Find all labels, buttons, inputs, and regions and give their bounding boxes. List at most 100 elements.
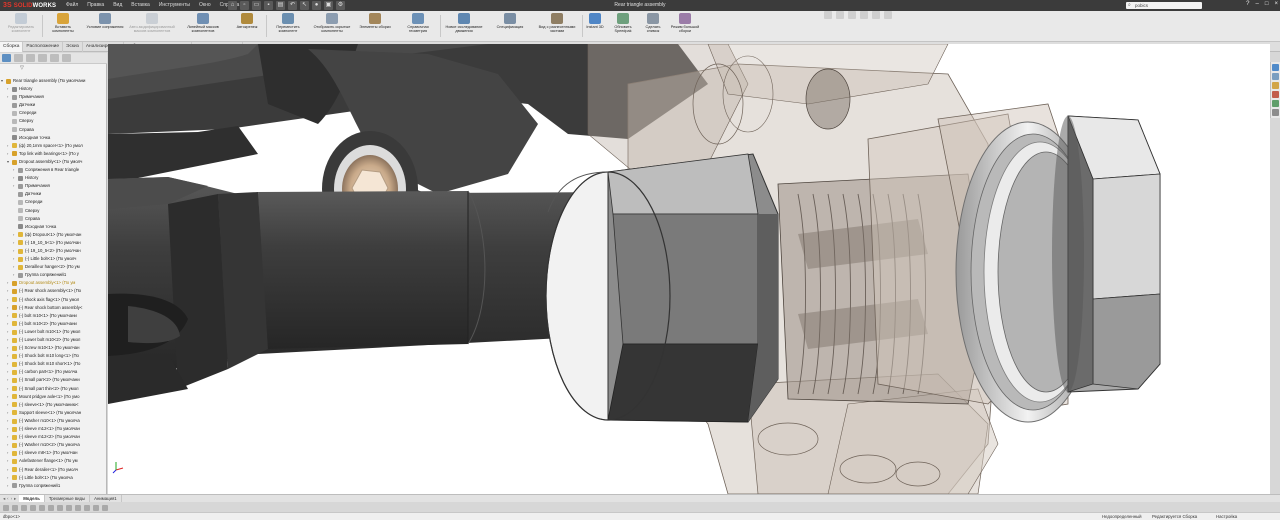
search-input[interactable]: ⌕ pobics (1126, 2, 1202, 9)
new-document-icon[interactable]: ▫ (240, 1, 249, 10)
tree-item[interactable]: › Примечания (0, 93, 107, 101)
configuration-manager-tab-icon[interactable] (26, 54, 35, 62)
print-icon[interactable]: ▤ (276, 1, 285, 10)
menu-item[interactable]: Инструменты (159, 2, 190, 8)
ribbon-button[interactable]: Редактировать компонент (2, 13, 40, 41)
menu-item[interactable]: Вставка (131, 2, 150, 8)
bottom-tool-icon[interactable] (30, 504, 36, 511)
property-manager-tab-icon[interactable] (14, 54, 23, 62)
first-tab-icon[interactable]: ◂ (3, 496, 5, 502)
tree-item[interactable]: › (-) bolt m10<1> (По умолчани (0, 312, 107, 320)
tree-item[interactable]: › Группа сопряжений1 (0, 271, 107, 279)
tree-item[interactable]: › (-) sleeve m12<2> (По умолчан (0, 433, 107, 441)
expand-arrow-icon[interactable]: › (7, 150, 11, 158)
expand-arrow-icon[interactable]: › (7, 425, 11, 433)
ribbon-button[interactable]: Вставить компоненты (44, 13, 82, 41)
expand-arrow-icon[interactable]: ▾ (1, 77, 5, 85)
tree-item[interactable]: › (-) carbon part<1> (По умолча (0, 368, 107, 376)
tree-item[interactable]: › (-) Small part<2> (По умолчани (0, 376, 107, 384)
bottom-tool-icon[interactable] (93, 504, 99, 511)
bottom-tool-icon[interactable] (57, 504, 63, 511)
expand-arrow-icon[interactable]: › (7, 328, 11, 336)
tree-item[interactable]: ▾ Rear triangle assembly (По умолчани (0, 77, 107, 85)
expand-arrow-icon[interactable]: › (7, 474, 11, 482)
tree-item[interactable]: › Сопряжения в Rear triangle (0, 166, 107, 174)
ribbon-button[interactable]: Сделать снимок (640, 13, 666, 41)
tree-item[interactable]: › (-) 19_10_5<1> (По умолчан (0, 239, 107, 247)
expand-arrow-icon[interactable]: › (13, 166, 17, 174)
tree-item[interactable]: › Группа сопряжений1 (0, 482, 107, 490)
help-icon[interactable]: ? (1246, 1, 1249, 7)
tree-item[interactable]: › (-) Screw m10<1> (По умолчан (0, 344, 107, 352)
expand-arrow-icon[interactable]: › (7, 360, 11, 368)
expand-arrow-icon[interactable]: › (7, 409, 11, 417)
tree-item[interactable]: › (-) Little bolt<1> (По умолч (0, 255, 107, 263)
display-manager-tab-icon[interactable] (50, 54, 59, 62)
bottom-tool-icon[interactable] (21, 504, 27, 511)
command-tab[interactable]: Сборка (0, 42, 24, 52)
tree-item[interactable]: › (-) Lower bolt m10<1> (По умол (0, 328, 107, 336)
expand-arrow-icon[interactable]: ▾ (7, 158, 11, 166)
tree-item[interactable]: Датчики (0, 101, 107, 109)
status-settings[interactable]: Настройка (1216, 514, 1237, 519)
undo-icon[interactable]: ↶ (288, 1, 297, 10)
expand-arrow-icon[interactable]: › (7, 457, 11, 465)
ribbon-button[interactable]: Instant 3D (584, 13, 606, 41)
expand-arrow-icon[interactable]: › (7, 336, 11, 344)
tree-item[interactable]: Справа (0, 126, 107, 134)
tree-item[interactable]: › Support sleeve<1> (По умолчан (0, 409, 107, 417)
tree-item[interactable]: Исходная точка (0, 134, 107, 142)
menu-item[interactable]: Файл (66, 2, 78, 8)
filter-icon[interactable]: ▽ (20, 65, 24, 71)
expand-arrow-icon[interactable]: › (7, 433, 11, 441)
expand-arrow-icon[interactable]: › (7, 482, 11, 490)
ribbon-button[interactable]: Отобразить скрытые компоненты (312, 13, 352, 41)
bottom-tool-icon[interactable] (39, 504, 45, 511)
tree-item[interactable]: › (-) Lower bolt m10<2> (По умол (0, 336, 107, 344)
expand-arrow-icon[interactable]: › (7, 449, 11, 457)
tree-item[interactable]: › (-) bolt m10<2> (По умолчани (0, 320, 107, 328)
expand-arrow-icon[interactable]: › (13, 174, 17, 182)
tree-item[interactable]: › History (0, 174, 107, 182)
bottom-tool-icon[interactable] (75, 504, 81, 511)
solidworks-logo[interactable]: 3S SOLID WORKS (3, 1, 56, 10)
tree-item[interactable]: › Mount pridgve axle<1> (По умо (0, 393, 107, 401)
tree-item[interactable]: › Top link with bearings<1> (По у (0, 150, 107, 158)
tree-item[interactable]: › (-) Rear derailer<1> (По умолч (0, 466, 107, 474)
tree-item[interactable]: › (ф) 20,1mm spacer<1> (По умол (0, 142, 107, 150)
expand-arrow-icon[interactable]: › (13, 182, 17, 190)
tree-item[interactable]: › Axlefastener flange<1> (По ум (0, 457, 107, 465)
menu-item[interactable]: Вид (113, 2, 122, 8)
expand-arrow-icon[interactable]: › (7, 376, 11, 384)
tree-item[interactable]: Сверху (0, 117, 107, 125)
expand-arrow-icon[interactable]: › (7, 142, 11, 150)
expand-arrow-icon[interactable]: › (13, 239, 17, 247)
bottom-tool-icon[interactable] (66, 504, 72, 511)
ribbon-button[interactable]: Условие сопряжения (86, 13, 124, 41)
menu-item[interactable]: Правка (87, 2, 104, 8)
bottom-tab[interactable]: Трехмерные виды (45, 495, 91, 502)
tree-item[interactable]: Спереди (0, 109, 107, 117)
expand-arrow-icon[interactable]: › (7, 385, 11, 393)
prev-tab-icon[interactable]: ‹ (7, 496, 8, 502)
ribbon-button[interactable]: Переместить компонент (268, 13, 308, 41)
bottom-tool-icon[interactable] (102, 504, 108, 511)
expand-arrow-icon[interactable]: › (7, 304, 11, 312)
custom-properties-icon[interactable] (1272, 109, 1279, 116)
expand-arrow-icon[interactable]: › (7, 312, 11, 320)
tree-item[interactable]: › (-) Little bolt<1> (По умолча (0, 474, 107, 482)
expand-arrow-icon[interactable]: › (7, 417, 11, 425)
expand-arrow-icon[interactable]: › (13, 247, 17, 255)
ribbon-button[interactable]: Линейный массив компонентов (180, 13, 226, 41)
expand-panel-icon[interactable] (62, 54, 71, 62)
dimxpert-tab-icon[interactable] (38, 54, 47, 62)
design-library-icon[interactable] (1272, 73, 1279, 80)
tree-item[interactable]: › (-) Washer m10<2> (По умолча (0, 441, 107, 449)
file-explorer-icon[interactable] (1272, 82, 1279, 89)
bottom-tab[interactable]: Анимация1 (90, 495, 122, 502)
menu-item[interactable]: Окно (199, 2, 211, 8)
ribbon-button[interactable]: Авто-модифицированный массив компонентов (128, 13, 176, 41)
ribbon-button[interactable]: Справочная геометрия (398, 13, 438, 41)
expand-arrow-icon[interactable]: › (7, 393, 11, 401)
graphics-area[interactable] (108, 44, 1270, 494)
